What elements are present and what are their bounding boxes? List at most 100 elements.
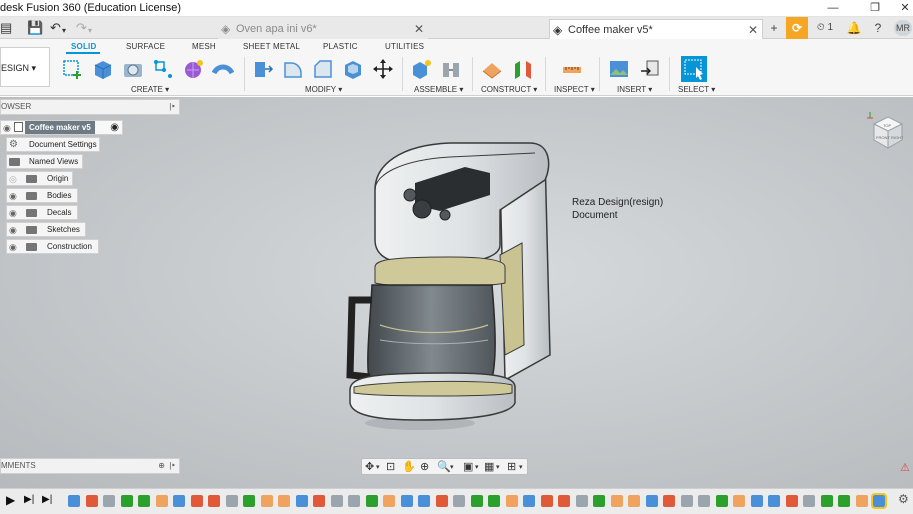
timeline-feature-icon[interactable] — [488, 495, 500, 507]
timeline-feature-icon[interactable] — [155, 495, 168, 507]
browser-item-sketches[interactable]: ◉ Sketches — [6, 222, 86, 237]
measure-icon[interactable] — [561, 58, 583, 80]
timeline-feature-icon[interactable] — [435, 495, 448, 507]
timeline-feature-icon[interactable] — [365, 495, 378, 507]
timeline-feature-icon[interactable] — [120, 495, 133, 507]
visibility-eye-icon[interactable]: ◉ — [3, 122, 11, 135]
insert-image-icon[interactable] — [608, 58, 630, 80]
extensions-icon[interactable]: ⟳ — [786, 17, 808, 39]
workspace-switcher[interactable]: ESIGN ▾ — [0, 47, 50, 87]
timeline-settings-icon[interactable]: ⚙ — [898, 492, 909, 506]
timeline-feature-icon[interactable] — [785, 495, 798, 507]
chamfer-icon[interactable] — [312, 58, 334, 80]
modify-menu[interactable]: MODIFY ▾ — [305, 85, 342, 94]
grid-settings-icon[interactable]: ▦ — [484, 460, 494, 473]
close-tab-icon[interactable]: ✕ — [748, 20, 758, 40]
browser-item-bodies[interactable]: ◉ Bodies — [6, 188, 78, 203]
timeline-feature-icon[interactable] — [383, 495, 395, 507]
timeline-feature-icon[interactable] — [645, 495, 658, 507]
timeline-feature-icon[interactable] — [698, 495, 710, 507]
tab-solid[interactable]: SOLID — [71, 42, 96, 51]
minimize-button[interactable]: — — [818, 1, 848, 16]
zoom-icon[interactable]: ⊕ — [420, 460, 429, 473]
browser-item-document-settings[interactable]: ⚙ Document Settings — [6, 137, 100, 152]
view-cube[interactable]: TOP FRONT RIGHT — [862, 110, 912, 160]
timeline-feature-icon[interactable] — [470, 495, 483, 507]
timeline-feature-icon[interactable] — [348, 495, 360, 507]
display-dropdown-icon[interactable]: ▾ — [475, 463, 479, 471]
timeline-feature-icon[interactable] — [750, 495, 763, 507]
assemble-menu[interactable]: ASSEMBLE ▾ — [414, 85, 463, 94]
offset-plane-icon[interactable] — [481, 58, 503, 80]
tab-plastic[interactable]: PLASTIC — [323, 42, 358, 51]
tab-surface[interactable]: SURFACE — [126, 42, 165, 51]
timeline-feature-icon[interactable] — [453, 495, 465, 507]
timeline-feature-icon[interactable] — [278, 495, 290, 507]
timeline-feature-icon[interactable] — [803, 495, 815, 507]
timeline-feature-icon[interactable] — [838, 495, 850, 507]
close-window-button[interactable]: ✕ — [890, 1, 913, 16]
restore-button[interactable]: ❐ — [860, 1, 890, 16]
browser-item-construction[interactable]: ◉ Construction — [6, 239, 99, 254]
timeline-feature-icon[interactable] — [558, 495, 570, 507]
timeline-feature-icon[interactable] — [715, 495, 728, 507]
fillet-icon[interactable] — [282, 58, 304, 80]
tab-mesh[interactable]: MESH — [192, 42, 216, 51]
move-icon[interactable] — [372, 58, 394, 80]
visibility-eye-icon[interactable]: ◉ — [9, 190, 17, 203]
select-menu[interactable]: SELECT ▾ — [678, 85, 715, 94]
go-to-end-icon[interactable]: ▶| — [42, 494, 52, 505]
job-status-icon[interactable]: ⏲ 1 — [812, 17, 838, 39]
grid-dropdown-icon[interactable]: ▾ — [496, 463, 500, 471]
timeline-feature-icon[interactable] — [243, 495, 255, 507]
redo-icon[interactable]: ↷ — [76, 21, 87, 35]
inspect-menu[interactable]: INSPECT ▾ — [554, 85, 595, 94]
add-comment-icon[interactable]: ⊕ — [158, 459, 165, 473]
timeline-feature-icon[interactable] — [225, 495, 238, 507]
notifications-icon[interactable]: 🔔 — [845, 17, 863, 39]
redo-dropdown-icon[interactable]: ▾ — [88, 24, 92, 38]
undo-icon[interactable]: ↶ — [50, 21, 61, 35]
timeline-feature-icon[interactable] — [540, 495, 553, 507]
timeline-feature-icon[interactable] — [295, 495, 308, 507]
visibility-eye-icon[interactable]: ◉ — [9, 207, 17, 220]
construct-menu[interactable]: CONSTRUCT ▾ — [481, 85, 537, 94]
coffee-maker-model[interactable] — [340, 135, 565, 440]
collapse-icon[interactable]: |‣ — [169, 459, 176, 473]
sweep-icon[interactable] — [212, 58, 234, 80]
timeline-feature-icon[interactable] — [505, 495, 518, 507]
browser-item-origin[interactable]: ◎ Origin — [6, 171, 73, 186]
pan-icon[interactable]: ✋ — [402, 460, 416, 473]
timeline-feature-icon[interactable] — [103, 495, 115, 507]
visibility-eye-icon[interactable]: ◉ — [9, 241, 17, 254]
timeline-feature-icon[interactable] — [855, 495, 868, 507]
browser-root-node[interactable]: ◉ Coffee maker v5 ◉ — [0, 120, 123, 135]
grid-menu-icon[interactable]: ▤ — [0, 21, 12, 35]
new-tab-button[interactable]: + — [765, 17, 783, 39]
revolve-icon[interactable] — [122, 58, 144, 80]
form-icon[interactable] — [182, 58, 204, 80]
browser-item-named-views[interactable]: Named Views — [6, 154, 83, 169]
extrude-icon[interactable] — [92, 58, 114, 80]
tab-coffee-maker[interactable]: ◈ Coffee maker v5* ✕ — [549, 19, 763, 39]
timeline-feature-icon[interactable] — [733, 495, 745, 507]
look-at-icon[interactable]: ⊡ — [386, 460, 395, 473]
timeline-feature-icon[interactable] — [593, 495, 605, 507]
save-icon[interactable]: 💾 — [27, 21, 43, 35]
timeline-feature-icon[interactable] — [208, 495, 220, 507]
viewports-icon[interactable]: ⊞ — [507, 460, 516, 473]
tab-oven[interactable]: ◈ Oven apa ini v6* ✕ — [218, 19, 428, 39]
shell-icon[interactable] — [342, 58, 364, 80]
comments-panel-header[interactable]: MMENTS ⊕ |‣ — [0, 458, 180, 474]
create-menu[interactable]: CREATE ▾ — [131, 85, 169, 94]
activate-radio-icon[interactable]: ◉ — [110, 121, 119, 134]
timeline-feature-icon[interactable] — [610, 495, 623, 507]
insert-mesh-icon[interactable] — [639, 58, 661, 80]
timeline-feature-icon[interactable] — [680, 495, 693, 507]
timeline-feature-icon[interactable] — [820, 495, 833, 507]
browser-item-decals[interactable]: ◉ Decals — [6, 205, 78, 220]
display-settings-icon[interactable]: ▣ — [463, 460, 473, 473]
timeline-feature-icon[interactable] — [523, 495, 535, 507]
fit-icon[interactable]: 🔍 — [437, 460, 451, 473]
collapse-icon[interactable]: |‣ — [169, 100, 176, 114]
